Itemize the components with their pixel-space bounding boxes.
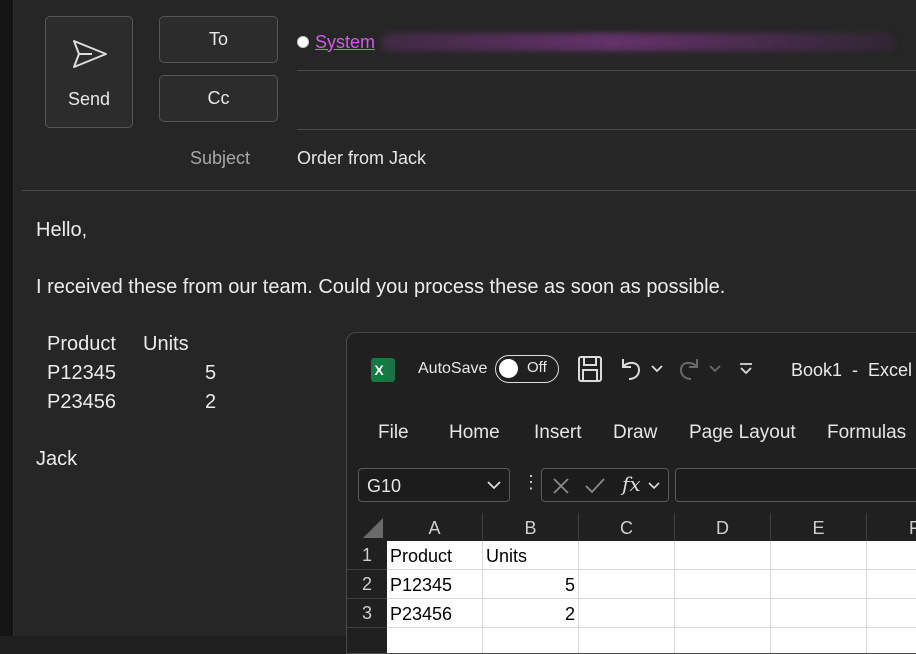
excel-window[interactable]: X AutoSave Off Book1 - Excel File Home I… <box>346 332 916 654</box>
to-field[interactable]: System <box>297 28 897 56</box>
select-all-corner[interactable] <box>347 513 387 541</box>
subject-input[interactable]: Order from Jack <box>297 148 426 169</box>
row-header-1[interactable]: 1 <box>347 541 387 570</box>
column-header-f[interactable]: F <box>867 513 916 541</box>
chevron-down-icon[interactable] <box>487 481 501 490</box>
cc-field-underline[interactable] <box>297 129 916 130</box>
excel-title-bar[interactable]: X AutoSave Off Book1 - Excel <box>347 333 916 407</box>
cell-a1[interactable]: Product <box>387 541 483 570</box>
ribbon-tab-home[interactable]: Home <box>449 422 500 444</box>
cell-e1[interactable] <box>771 541 867 570</box>
cell-c2[interactable] <box>579 570 675 599</box>
recipient-name[interactable]: System <box>315 32 375 53</box>
formula-buttons: fx <box>541 468 669 502</box>
header-divider <box>22 190 916 191</box>
send-label: Send <box>67 89 111 109</box>
presence-status-icon <box>297 36 309 48</box>
cell-c3[interactable] <box>579 599 675 628</box>
cell-d1[interactable] <box>675 541 771 570</box>
excel-logo-icon: X <box>371 358 395 382</box>
undo-dropdown-icon[interactable] <box>651 365 663 373</box>
autosave-label: AutoSave <box>418 360 488 377</box>
spreadsheet-grid[interactable]: A B C D E F 1 2 3 Product Units P12345 5… <box>347 513 916 653</box>
undo-icon[interactable] <box>619 355 643 383</box>
cell-b1[interactable]: Units <box>483 541 579 570</box>
toggle-knob <box>499 359 518 378</box>
body-table-cell: 2 <box>205 391 217 413</box>
save-icon[interactable] <box>577 355 603 383</box>
body-table-header-product: Product <box>47 333 116 355</box>
name-box[interactable]: G10 <box>358 468 510 502</box>
cell-area[interactable]: Product Units P12345 5 P23456 2 <box>387 541 916 653</box>
redacted-email-address <box>381 33 897 51</box>
to-button[interactable]: To <box>159 16 278 63</box>
row-header-4[interactable] <box>347 628 387 653</box>
cell-d2[interactable] <box>675 570 771 599</box>
cc-button[interactable]: Cc <box>159 75 278 122</box>
ribbon-tab-insert[interactable]: Insert <box>534 422 582 444</box>
cancel-icon[interactable] <box>552 477 570 495</box>
cell-a2[interactable]: P12345 <box>387 570 483 599</box>
cell-d4[interactable] <box>675 628 771 653</box>
cell-b4[interactable] <box>483 628 579 653</box>
cell-e2[interactable] <box>771 570 867 599</box>
row-header-2[interactable]: 2 <box>347 570 387 599</box>
body-table-cell: P23456 <box>47 391 116 413</box>
cell-c1[interactable] <box>579 541 675 570</box>
workbook-title: Book1 - Excel <box>791 360 913 380</box>
autosave-state: Off <box>527 359 547 376</box>
row-header-3[interactable]: 3 <box>347 599 387 628</box>
chevron-down-icon[interactable] <box>648 482 660 490</box>
cell-b2[interactable]: 5 <box>483 570 579 599</box>
column-header-d[interactable]: D <box>675 513 771 541</box>
send-button[interactable]: Send <box>45 16 133 128</box>
customize-toolbar-icon[interactable] <box>739 363 753 375</box>
cell-f2[interactable] <box>867 570 916 599</box>
column-header-b[interactable]: B <box>483 513 579 541</box>
formula-bar-input[interactable] <box>675 468 916 502</box>
cell-e4[interactable] <box>771 628 867 653</box>
to-divider <box>297 70 916 71</box>
subject-label: Subject <box>190 148 251 168</box>
name-box-value: G10 <box>367 476 402 496</box>
column-header-c[interactable]: C <box>579 513 675 541</box>
ribbon-tab-file[interactable]: File <box>378 422 409 444</box>
ribbon-tab-formulas[interactable]: Formulas <box>827 422 906 444</box>
cell-b3[interactable]: 2 <box>483 599 579 628</box>
cell-e3[interactable] <box>771 599 867 628</box>
cell-f1[interactable] <box>867 541 916 570</box>
autosave-toggle[interactable]: Off <box>495 355 559 383</box>
enter-check-icon[interactable] <box>584 477 606 495</box>
cell-f3[interactable] <box>867 599 916 628</box>
cell-f4[interactable] <box>867 628 916 653</box>
insert-function-icon[interactable]: fx <box>622 472 641 496</box>
column-header-a[interactable]: A <box>387 513 483 541</box>
body-table-cell: 5 <box>205 362 217 384</box>
redo-icon <box>679 359 698 380</box>
redo-dropdown-icon <box>709 365 721 373</box>
cell-a4[interactable] <box>387 628 483 653</box>
body-table-header-units: Units <box>143 333 189 355</box>
body-message[interactable]: I received these from our team. Could yo… <box>36 276 725 299</box>
cell-c4[interactable] <box>579 628 675 653</box>
send-icon <box>73 40 107 68</box>
body-signature[interactable]: Jack <box>36 448 77 471</box>
ribbon-tab-draw[interactable]: Draw <box>613 422 657 444</box>
ribbon-tab-page-layout[interactable]: Page Layout <box>689 422 796 444</box>
more-options-icon[interactable]: ⋮ <box>522 472 540 493</box>
column-header-e[interactable]: E <box>771 513 867 541</box>
body-greeting[interactable]: Hello, <box>36 219 87 242</box>
left-window-strip <box>0 0 14 636</box>
cell-a3[interactable]: P23456 <box>387 599 483 628</box>
cell-d3[interactable] <box>675 599 771 628</box>
body-table-cell: P12345 <box>47 362 116 384</box>
